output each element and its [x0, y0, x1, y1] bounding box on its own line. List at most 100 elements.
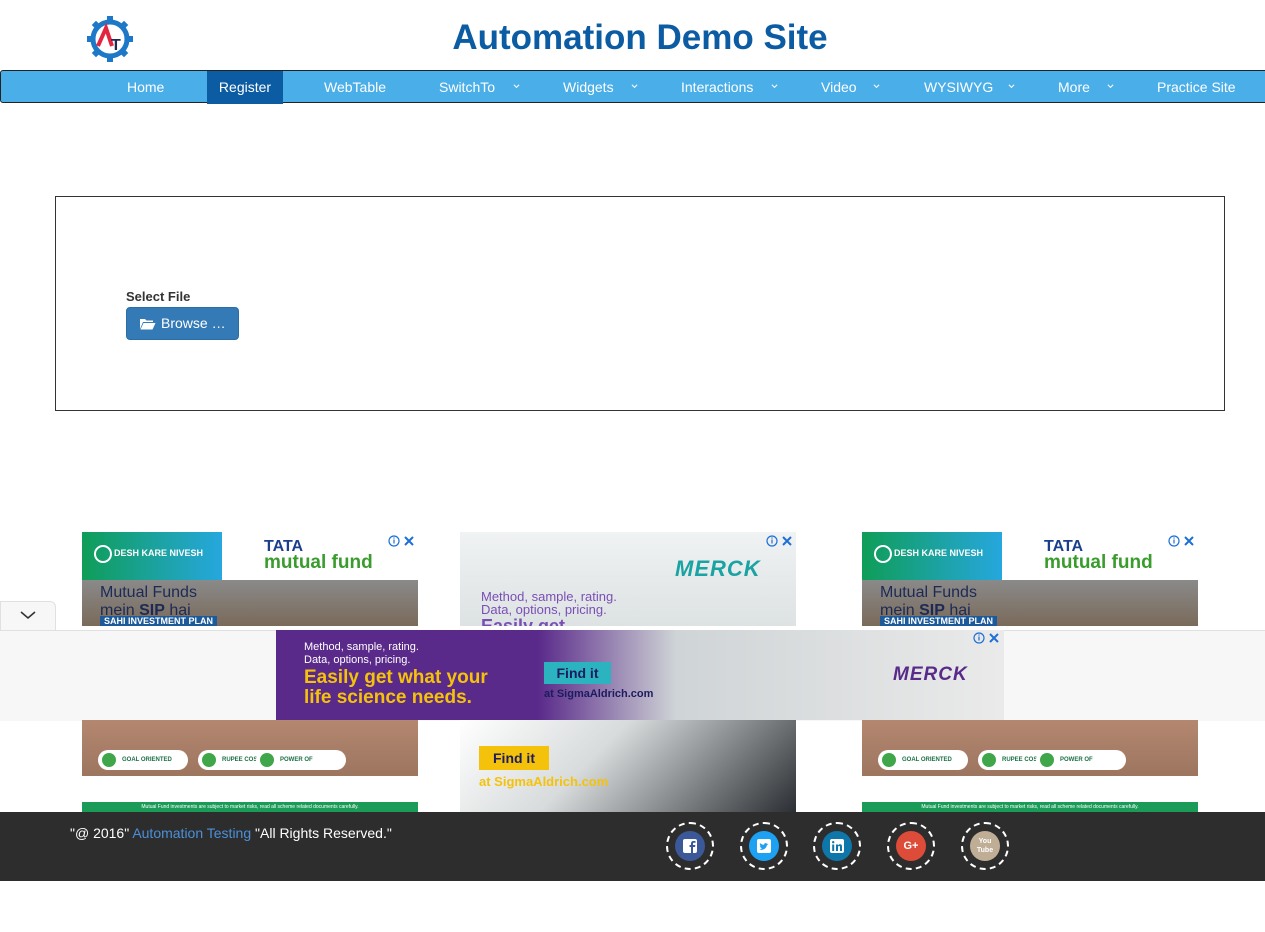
nav-item-video[interactable]: Video: [821, 71, 891, 104]
ad-green-band: DESH KARE NIVESH: [82, 532, 222, 580]
merck-ad-middle-lower[interactable]: Find it at SigmaAldrich.com: [460, 720, 796, 812]
ad-pill-icon: [102, 753, 116, 767]
ad-brand-bottom: mutual fund: [1044, 552, 1153, 573]
rupee-icon: [202, 753, 216, 767]
ad-pill-icon: [1040, 753, 1054, 767]
youtube-icon: You Tube: [970, 831, 1000, 861]
nav-item-register[interactable]: Register: [207, 71, 283, 104]
twitter-link[interactable]: [740, 822, 788, 870]
ad-headline: Easily get what your: [304, 667, 488, 688]
main-navbar: Home Register WebTable SwitchTo Widgets …: [0, 70, 1265, 104]
nav-label: WebTable: [324, 79, 387, 95]
copyright-pre: "@ 2016": [70, 825, 133, 841]
ad-line: Easily get: [481, 616, 566, 626]
facebook-link[interactable]: [666, 822, 714, 870]
nav-label: WYSIWYG: [924, 79, 994, 95]
nav-label: SwitchTo: [439, 79, 496, 95]
chevron-down-icon: [771, 84, 778, 89]
ad-banner-text: DESH KARE NIVESH: [894, 548, 984, 558]
tata-ad-left[interactable]: DESH KARE NIVESH TATA mutual fund Mutual…: [82, 532, 418, 626]
google-plus-icon: G+: [896, 831, 926, 861]
ad-site-link[interactable]: at SigmaAldrich.com: [479, 774, 608, 789]
ad-close-icon[interactable]: [388, 534, 416, 548]
twitter-icon: [749, 831, 779, 861]
ad-headline: Mutual Funds: [880, 584, 977, 601]
ad-brand-bottom: mutual fund: [264, 552, 373, 573]
copyright-post: "All Rights Reserved.": [251, 825, 392, 841]
ad-pill: GOAL ORIENTED INVESTING: [98, 750, 188, 783]
merck-anchor-ad[interactable]: Method, sample, rating. Data, options, p…: [276, 630, 1004, 720]
ad-line: Data, options, pricing.: [481, 602, 607, 617]
find-it-button[interactable]: Find it: [544, 662, 611, 684]
ad-close-icon[interactable]: [973, 631, 1001, 645]
ad-pill-icon: [260, 753, 274, 767]
site-footer: "@ 2016" Automation Testing "All Rights …: [0, 812, 1265, 881]
check-circle-icon: [874, 545, 892, 563]
chevron-down-icon: [20, 611, 36, 620]
nav-label: Widgets: [563, 79, 614, 95]
ad-pill-icon: [882, 753, 896, 767]
ad-fine-print: [862, 776, 1198, 802]
ad-tagline: SAHI INVESTMENT PLAN: [880, 616, 998, 626]
merck-logo: MERCK: [675, 556, 761, 581]
nav-label: More: [1058, 79, 1090, 95]
ad-headline: Mutual Funds: [100, 584, 197, 601]
find-it-button[interactable]: Find it: [479, 746, 549, 770]
ad-tagline: SAHI INVESTMENT PLAN: [100, 616, 218, 626]
merck-logo: MERCK: [893, 664, 968, 685]
browse-button[interactable]: Browse …: [126, 307, 239, 340]
automation-testing-link[interactable]: Automation Testing: [132, 825, 251, 841]
chevron-down-icon: [631, 84, 638, 89]
rupee-icon: [982, 753, 996, 767]
nav-item-practice-site[interactable]: Practice Site: [1157, 71, 1236, 104]
merck-ad-middle[interactable]: MERCK Method, sample, rating. Data, opti…: [460, 532, 796, 626]
select-file-label: Select File: [126, 289, 191, 304]
ad-banner-text: DESH KARE NIVESH: [114, 548, 204, 558]
ad-banner: DESH KARE NIVESH TATA mutual fund: [862, 532, 1198, 580]
nav-item-home[interactable]: Home: [127, 71, 164, 104]
copyright: "@ 2016" Automation Testing "All Rights …: [70, 825, 392, 841]
ad-site-link[interactable]: at SigmaAldrich.com: [544, 688, 653, 700]
ad-banner: DESH KARE NIVESH TATA mutual fund: [82, 532, 418, 580]
tata-ad-right[interactable]: DESH KARE NIVESH TATA mutual fund Mutual…: [862, 532, 1198, 626]
ad-close-icon[interactable]: [766, 534, 794, 548]
ad-green-band: DESH KARE NIVESH: [862, 532, 1002, 580]
nav-label: Home: [127, 79, 165, 95]
ad-pill: POWER OF COMPOUNDING: [256, 750, 346, 783]
page-title: Automation Demo Site: [452, 18, 828, 57]
nav-label: Practice Site: [1157, 79, 1236, 95]
ad-line: Data, options, pricing.: [304, 654, 411, 666]
nav-item-wysiwyg[interactable]: WYSIWYG: [924, 71, 1024, 104]
ad-pill: GOAL ORIENTED INVESTING: [878, 750, 968, 783]
nav-item-interactions[interactable]: Interactions: [681, 71, 791, 104]
chevron-down-icon: [873, 84, 880, 89]
nav-item-webtable[interactable]: WebTable: [324, 71, 386, 104]
folder-open-icon: [140, 319, 156, 330]
ad-disclaimer: Mutual Fund investments are subject to m…: [862, 802, 1198, 812]
ad-pill: POWER OF COMPOUNDING: [1036, 750, 1126, 783]
nav-label: Video: [821, 79, 857, 95]
tata-ad-right-lower[interactable]: GOAL ORIENTED INVESTING RUPEE COST AVERA…: [862, 720, 1198, 812]
nav-label: Register: [218, 79, 272, 95]
nav-label: Interactions: [681, 79, 754, 95]
sticky-ad-collapse-tab[interactable]: [0, 601, 56, 630]
ad-close-icon[interactable]: [1168, 534, 1196, 548]
linkedin-icon: [822, 831, 852, 861]
tata-ad-left-lower[interactable]: GOAL ORIENTED INVESTING RUPEE COST AVERA…: [82, 720, 418, 812]
nav-item-more[interactable]: More: [1058, 71, 1128, 104]
google-plus-link[interactable]: G+: [887, 822, 935, 870]
ad-disclaimer: Mutual Fund investments are subject to m…: [82, 802, 418, 812]
nav-item-switchto[interactable]: SwitchTo: [439, 71, 529, 104]
nav-item-widgets[interactable]: Widgets: [563, 71, 653, 104]
ad-line: Method, sample, rating.: [304, 641, 419, 653]
linkedin-link[interactable]: [813, 822, 861, 870]
chevron-down-icon: [1107, 84, 1114, 89]
check-circle-icon: [94, 545, 112, 563]
chevron-down-icon: [513, 84, 520, 89]
facebook-icon: [675, 831, 705, 861]
ad-fine-print: [82, 776, 418, 802]
chevron-down-icon: [1008, 84, 1015, 89]
upload-panel: [55, 196, 1225, 411]
ad-headline: life science needs.: [304, 687, 472, 708]
youtube-link[interactable]: You Tube: [961, 822, 1009, 870]
